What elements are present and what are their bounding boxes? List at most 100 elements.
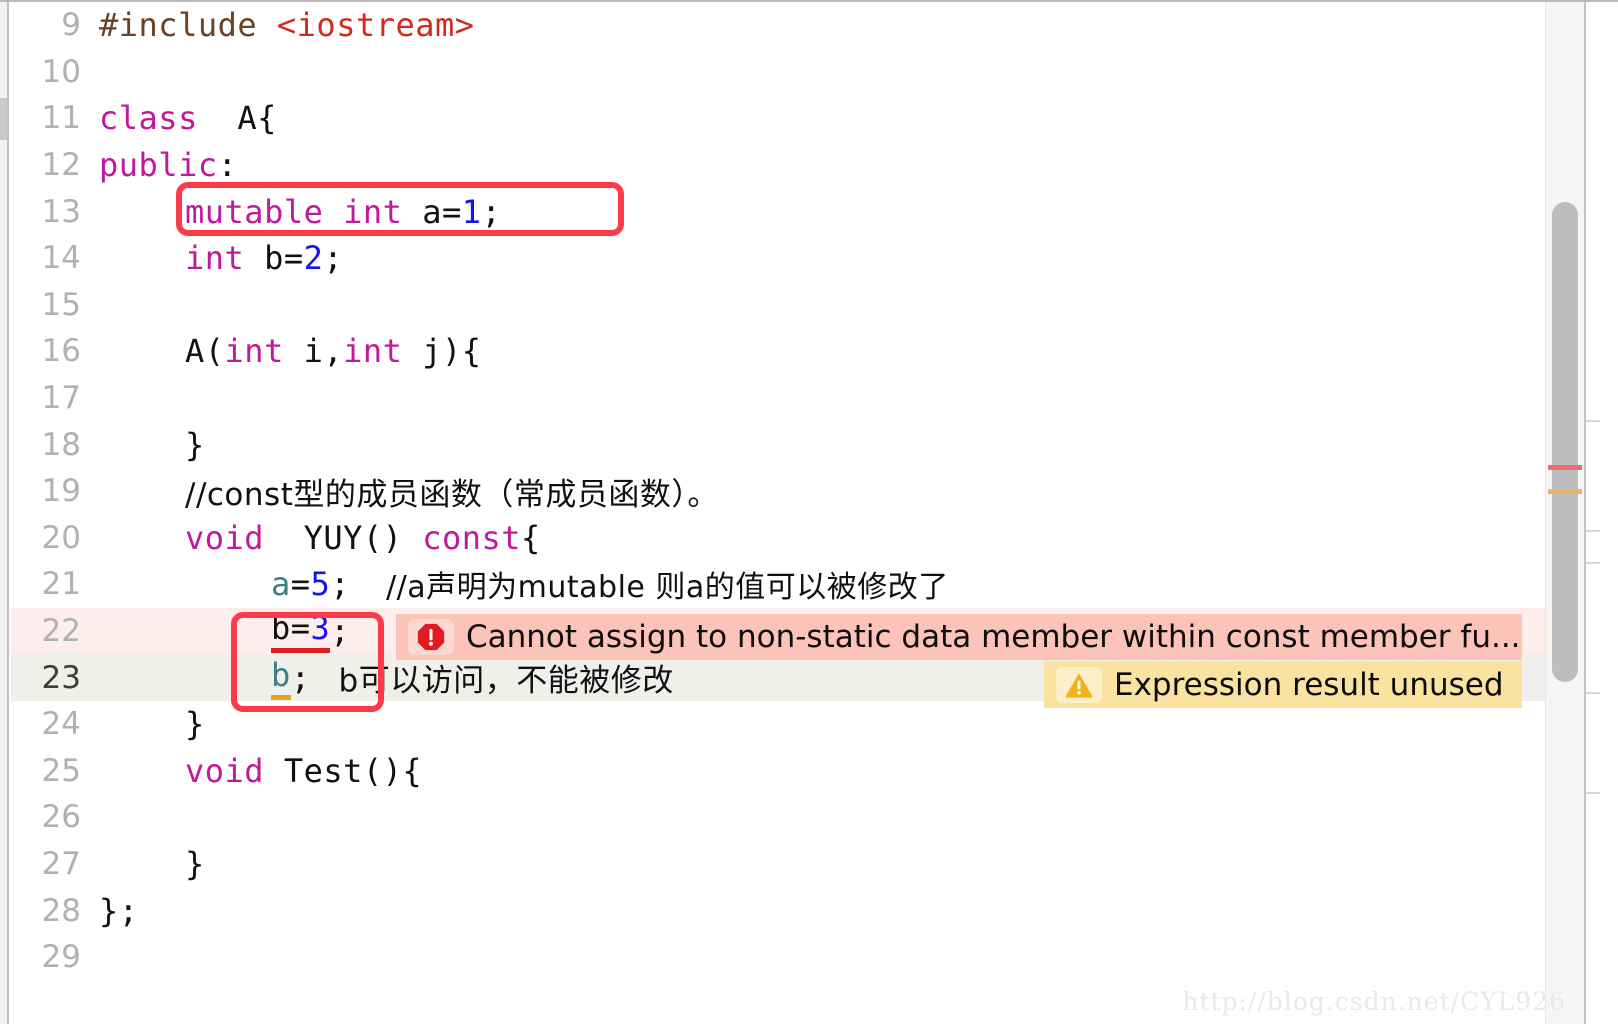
code-line[interactable]: 10 xyxy=(11,49,1618,96)
token-error-underlined: b=3 xyxy=(271,609,331,654)
token-semicolon: ; xyxy=(290,658,311,697)
token-plain: a= xyxy=(402,192,462,231)
inline-comment: //a声明为mutable 则a的值可以被修改了 xyxy=(386,570,949,606)
code-line[interactable]: 16 A(int i, int j){ xyxy=(11,328,1618,375)
token-keyword-int: int xyxy=(343,192,403,231)
code-line[interactable]: 20 void YUY() const{ xyxy=(11,515,1618,562)
code-line[interactable]: 17 xyxy=(11,375,1618,422)
line-number: 19 xyxy=(41,473,81,510)
vertical-scrollbar[interactable] xyxy=(1545,2,1584,1024)
scrollbar-error-marker[interactable] xyxy=(1548,465,1582,470)
token-keyword: class xyxy=(99,99,198,138)
token-comment: //const型的成员函数（常成员函数）。 xyxy=(185,476,719,513)
code-line[interactable]: 27 } xyxy=(11,841,1618,888)
line-text: } xyxy=(99,426,1618,464)
left-rail-thumb[interactable] xyxy=(0,98,7,140)
token-semicolon: ; xyxy=(323,239,344,278)
line-number: 12 xyxy=(41,147,81,184)
code-line[interactable]: 11 class A{ xyxy=(11,95,1618,142)
line-number-current: 23 xyxy=(41,659,81,696)
line-number: 15 xyxy=(41,286,81,323)
line-text: void Test(){ xyxy=(99,752,1618,790)
minimap-tick xyxy=(1586,562,1600,564)
code-line[interactable]: 13 mutable int a= 1; xyxy=(11,188,1618,235)
token-plain: j){ xyxy=(402,332,482,371)
line-number: 13 xyxy=(41,193,81,230)
code-line[interactable]: 9 #include <iostream> xyxy=(11,2,1618,49)
line-number: 22 xyxy=(41,613,81,650)
line-text: class A{ xyxy=(99,99,1618,137)
line-number: 27 xyxy=(41,845,81,882)
warning-diagnostic-banner[interactable]: Expression result unused xyxy=(1044,661,1522,708)
code-line[interactable]: 12 public: xyxy=(11,142,1618,189)
token-brace: { xyxy=(521,518,541,557)
inline-comment: b可以访问，不能被修改 xyxy=(338,663,674,700)
token-number: 5 xyxy=(310,565,331,604)
line-text: a = 5; //a声明为mutable 则a的值可以被修改了 xyxy=(99,562,1618,606)
vertical-scrollbar-thumb[interactable] xyxy=(1552,202,1578,682)
line-number: 25 xyxy=(41,752,81,789)
line-number: 24 xyxy=(41,706,81,743)
line-text: A(int i, int j){ xyxy=(99,332,1618,370)
line-number: 14 xyxy=(41,240,81,277)
line-text: //const型的成员函数（常成员函数）。 xyxy=(99,469,1618,514)
warning-triangle-icon xyxy=(1056,666,1102,703)
token-header: <iostream> xyxy=(276,6,475,45)
minimap-rail[interactable] xyxy=(1584,2,1618,1024)
token-semicolon: ; xyxy=(330,565,351,604)
token-brace: } xyxy=(185,844,205,883)
token-keyword-int: int xyxy=(343,332,403,371)
token-identifier-a: a xyxy=(271,565,291,604)
error-diagnostic-banner[interactable]: Cannot assign to non-static data member … xyxy=(396,614,1522,660)
code-line[interactable]: 25 void Test(){ xyxy=(11,748,1618,795)
line-text: } xyxy=(99,705,1618,743)
line-number: 16 xyxy=(41,333,81,370)
line-text: mutable int a= 1; xyxy=(99,193,1618,231)
token-keyword-void: void xyxy=(185,518,265,557)
code-line[interactable]: 15 xyxy=(11,282,1618,329)
left-gutter-rail[interactable] xyxy=(0,2,9,1024)
code-line[interactable]: 19 //const型的成员函数（常成员函数）。 xyxy=(11,468,1618,515)
code-line[interactable]: 29 xyxy=(11,934,1618,981)
token-keyword: public xyxy=(99,146,218,185)
token-preprocessor: #include xyxy=(99,6,277,45)
error-message: Cannot assign to non-static data member … xyxy=(466,619,1521,655)
code-editor: 9 #include <iostream> 10 11 class A{ 12 … xyxy=(0,0,1618,1024)
line-number: 21 xyxy=(41,566,81,603)
token-keyword-int: int xyxy=(185,239,245,278)
line-number: 28 xyxy=(41,892,81,929)
token-plain: YUY() xyxy=(264,518,423,557)
line-number: 10 xyxy=(41,53,81,90)
token-brace: }; xyxy=(99,891,139,930)
token-plain: Test(){ xyxy=(264,751,423,790)
line-number: 20 xyxy=(41,519,81,556)
token-number: 1 xyxy=(461,192,482,231)
code-line[interactable]: 21 a = 5; //a声明为mutable 则a的值可以被修改了 xyxy=(11,561,1618,608)
scrollbar-warning-marker[interactable] xyxy=(1548,489,1582,494)
token-plain: A{ xyxy=(197,99,277,138)
token-number: 3 xyxy=(310,609,331,648)
token-operator: = xyxy=(290,609,311,648)
token-semicolon: ; xyxy=(481,192,502,231)
watermark: http://blog.csdn.net/CYL926 xyxy=(1182,987,1566,1016)
line-number: 18 xyxy=(41,426,81,463)
token-plain: : xyxy=(217,146,238,185)
code-line[interactable]: 28 }; xyxy=(11,887,1618,934)
line-number: 29 xyxy=(41,939,81,976)
token-keyword-const: const xyxy=(422,518,522,557)
line-number: 11 xyxy=(41,100,81,137)
token-identifier-b: b xyxy=(271,609,291,648)
minimap-tick xyxy=(1586,420,1600,422)
warning-message: Expression result unused xyxy=(1114,666,1504,703)
code-line[interactable]: 14 int b= 2; xyxy=(11,235,1618,282)
line-number: 17 xyxy=(41,380,81,417)
token-keyword-void: void xyxy=(185,751,265,790)
code-line[interactable]: 26 xyxy=(11,794,1618,841)
line-number: 26 xyxy=(41,799,81,836)
minimap-tick xyxy=(1586,692,1600,694)
token-operator: = xyxy=(290,565,311,604)
minimap-tick xyxy=(1586,792,1600,794)
code-content-area[interactable]: 9 #include <iostream> 10 11 class A{ 12 … xyxy=(11,2,1618,1024)
code-line[interactable]: 18 } xyxy=(11,421,1618,468)
